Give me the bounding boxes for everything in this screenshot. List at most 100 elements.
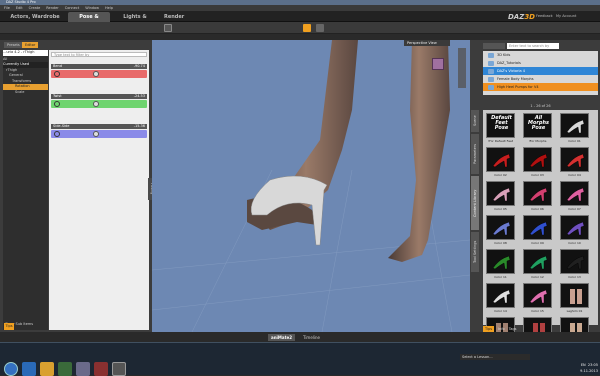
shoe-icon bbox=[492, 153, 511, 168]
app-icon[interactable] bbox=[58, 362, 72, 376]
thumbnail-label: Color 11 bbox=[494, 275, 507, 279]
tab-presets[interactable]: Presets bbox=[4, 42, 23, 48]
thumbnail-label: Color 08 bbox=[494, 241, 507, 245]
tab-lights-cameras[interactable]: Lights & Cameras bbox=[112, 12, 158, 30]
thumbnail-image bbox=[560, 181, 589, 206]
tab-animate2[interactable]: aniMate2 bbox=[268, 334, 296, 341]
slider-list: Type text to filter by Bend -90.74 Twist -… bbox=[49, 50, 149, 330]
thumbnail-image: All Morphs Pose bbox=[523, 113, 552, 138]
thumbnail-label: Color 10 bbox=[568, 241, 581, 245]
shoe-icon bbox=[566, 221, 585, 236]
content-thumbnail[interactable]: Color 08 bbox=[485, 214, 516, 247]
bottom-pane-tabs: aniMate2 Timeline bbox=[0, 332, 600, 342]
content-thumbnail[interactable]: Color 12 bbox=[522, 248, 553, 281]
app-icon[interactable] bbox=[94, 362, 108, 376]
view-selector[interactable]: Perspective View bbox=[404, 40, 450, 46]
tab-actors-wardrobe-props[interactable]: Actors, Wardrobe & Props bbox=[4, 12, 66, 30]
thumbnail-image bbox=[523, 147, 552, 172]
slider-side-side[interactable]: Side-Side -15.36 bbox=[51, 124, 147, 142]
thumbnail-image: Default Feet Pose bbox=[486, 113, 515, 138]
window-title: DAZ Studio 4 Pro bbox=[6, 0, 36, 4]
content-thumbnail[interactable]: Color 02 bbox=[485, 146, 516, 179]
tab-content-library[interactable]: Content Library bbox=[471, 176, 479, 230]
content-thumbnail[interactable]: Color 05 bbox=[485, 180, 516, 213]
shoe-icon bbox=[529, 187, 548, 202]
content-thumbnail[interactable]: Color 03 bbox=[522, 146, 553, 179]
tab-editor[interactable]: Editor bbox=[22, 42, 39, 48]
view-cube-icon[interactable] bbox=[432, 58, 444, 70]
thumbnail-image bbox=[486, 215, 515, 240]
side-tabs: Scene Parameters Content Library Tool Se… bbox=[470, 110, 480, 310]
content-thumbnail[interactable]: Color 14 bbox=[485, 282, 516, 315]
tree-scale[interactable]: Scale bbox=[3, 90, 48, 96]
thumbnail-image bbox=[523, 181, 552, 206]
tab-timeline[interactable]: Timeline bbox=[300, 334, 323, 341]
tab-tool-settings[interactable]: Tool Settings bbox=[471, 232, 479, 272]
clock-time[interactable]: 23:05 bbox=[588, 363, 598, 367]
folder-item[interactable]: 3D Kids bbox=[483, 51, 598, 59]
thumbnail-label: Color 13 bbox=[568, 275, 581, 279]
app-icon[interactable] bbox=[76, 362, 90, 376]
folder-tree: 3D Kids DAZ_Tutorials DAZ's Victoria 4 F… bbox=[483, 51, 598, 95]
thumbnail-image bbox=[560, 283, 589, 308]
toolbar bbox=[0, 22, 600, 34]
content-thumbnail[interactable]: All Morphs Pose !For Morphs bbox=[522, 112, 553, 145]
node-selector[interactable]: ...uria 4.2 - rThigh bbox=[3, 50, 48, 56]
thumbnail-label: !For Morphs bbox=[528, 139, 547, 143]
tab-render[interactable]: Render bbox=[160, 12, 184, 22]
tab-parameters[interactable]: Parameters bbox=[471, 134, 479, 174]
content-thumbnail[interactable]: LegSim 01 bbox=[559, 282, 590, 315]
my-account-link[interactable]: My Account bbox=[556, 14, 576, 18]
camera-controls[interactable] bbox=[458, 48, 466, 88]
tips-button[interactable]: Tips bbox=[4, 323, 14, 330]
content-thumbnail[interactable]: Color 09 bbox=[522, 214, 553, 247]
thumbnail-image bbox=[560, 249, 589, 274]
content-thumbnail[interactable]: Color 15 bbox=[522, 282, 553, 315]
parameters-pane: Presets Editor ...uria 4.2 - rThigh All … bbox=[0, 40, 152, 332]
universal-tool-icon[interactable] bbox=[303, 24, 311, 32]
node-select-icon[interactable] bbox=[316, 24, 324, 32]
content-thumbnail[interactable]: Color 10 bbox=[559, 214, 590, 247]
slider-twist[interactable]: Twist -24.53 bbox=[51, 94, 147, 112]
shoe-icon bbox=[566, 187, 585, 202]
content-thumbnail[interactable]: Color 06 bbox=[522, 180, 553, 213]
thumbnail-label: Color 14 bbox=[494, 309, 507, 313]
daz-studio-icon[interactable] bbox=[112, 362, 126, 376]
folder-item[interactable]: High Heel Pumps for V4 bbox=[483, 83, 598, 91]
content-library-pane: Enter text to search by Scene Parameters… bbox=[470, 40, 600, 342]
content-thumbnail[interactable]: Color 11 bbox=[485, 248, 516, 281]
folder-item[interactable]: Female Body Morphs bbox=[483, 75, 598, 83]
folder-item[interactable]: DAZ's Victoria 4 bbox=[483, 67, 598, 75]
thumbnail-label: Color 09 bbox=[531, 241, 544, 245]
thumbnail-label: Color 02 bbox=[494, 173, 507, 177]
slider-bend[interactable]: Bend -90.74 bbox=[51, 64, 147, 82]
shoe-icon bbox=[566, 119, 585, 134]
feedback-link[interactable]: Feedback bbox=[536, 14, 553, 18]
explorer-icon[interactable] bbox=[40, 362, 54, 376]
shoe-icon bbox=[492, 187, 511, 202]
ie-icon[interactable] bbox=[22, 362, 36, 376]
thumbnail-label: Color 03 bbox=[531, 173, 544, 177]
filter-input[interactable]: Type text to filter by bbox=[51, 52, 147, 57]
start-button[interactable] bbox=[4, 362, 18, 376]
viewport-tool-icon[interactable] bbox=[164, 24, 172, 32]
thumbnail-label: Color 12 bbox=[531, 275, 544, 279]
content-thumbnail[interactable]: Color 13 bbox=[559, 248, 590, 281]
search-input[interactable]: Enter text to search by bbox=[507, 43, 559, 49]
content-thumbnail[interactable]: Default Feet Pose !For Default Feet bbox=[485, 112, 516, 145]
nav-buttons[interactable] bbox=[483, 43, 505, 49]
content-thumbnail[interactable]: Color 01 bbox=[559, 112, 590, 145]
tab-scene[interactable]: Scene bbox=[471, 110, 479, 132]
lesson-selector[interactable]: Select a Lesson... bbox=[460, 354, 530, 360]
thumbnail-label: !For Default Feet bbox=[487, 139, 514, 143]
tab-pose-animate[interactable]: Pose & Animate bbox=[68, 12, 110, 30]
3d-viewport[interactable]: Perspective View bbox=[152, 40, 470, 332]
language-indicator[interactable]: EN bbox=[581, 363, 586, 367]
content-thumbnail[interactable]: Color 04 bbox=[559, 146, 590, 179]
thumbnail-image bbox=[560, 113, 589, 138]
folder-item[interactable]: DAZ_Tutorials bbox=[483, 59, 598, 67]
shoe-icon bbox=[492, 221, 511, 236]
room-tabs: Actors, Wardrobe & Props Pose & Animate … bbox=[0, 11, 600, 30]
content-thumbnail[interactable]: Color 07 bbox=[559, 180, 590, 213]
thumbnail-image bbox=[523, 215, 552, 240]
